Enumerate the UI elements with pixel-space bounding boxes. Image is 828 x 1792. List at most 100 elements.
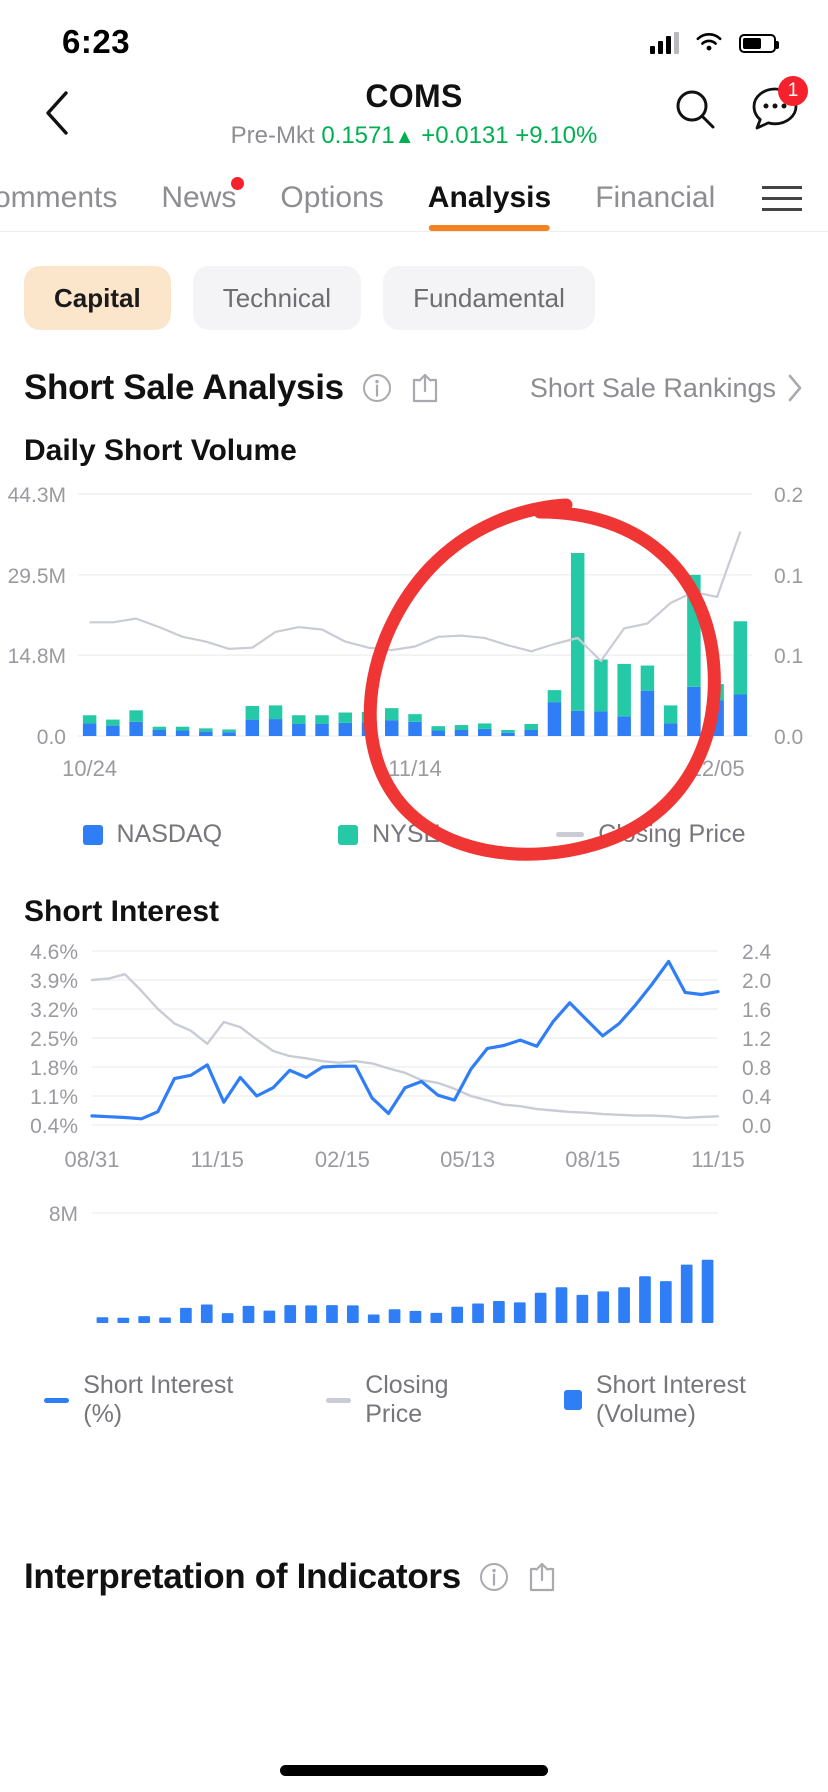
svg-text:29.5M: 29.5M <box>8 565 66 588</box>
info-icon[interactable] <box>479 1562 509 1592</box>
closing-price-line-swatch <box>556 832 585 837</box>
short-interest-legend: Short Interest (%) Closing Price Short I… <box>0 1359 828 1429</box>
info-icon[interactable] <box>362 373 392 403</box>
pill-label: Technical <box>222 282 332 313</box>
session-label: Pre-Mkt <box>230 122 315 149</box>
page-title: Short Sale Analysis <box>24 368 344 407</box>
share-icon[interactable] <box>527 1561 557 1593</box>
svg-text:4.6%: 4.6% <box>30 941 78 964</box>
svg-text:0.0: 0.0 <box>37 726 66 749</box>
quote-change-percent: +9.10% <box>515 122 598 149</box>
tab-options[interactable]: Options <box>258 181 405 231</box>
category-filter-pills: Capital Technical Fundamental <box>0 232 828 330</box>
interpretation-title: Interpretation of Indicators <box>24 1557 461 1596</box>
legend-item-nyse[interactable]: NYSE <box>338 820 440 849</box>
status-bar: 6:23 <box>0 0 828 72</box>
nav-bar: COMS Pre-Mkt 0.1571▲ +0.0131 +9.10% 1 <box>0 72 828 158</box>
quote-arrow-icon: ▲ <box>394 126 415 148</box>
svg-text:8M: 8M <box>49 1203 78 1226</box>
news-notification-dot-icon <box>231 177 245 190</box>
quote-change: +0.0131 <box>421 122 509 149</box>
daily-short-volume-legend: NASDAQ NYSE Closing Price <box>0 808 828 849</box>
svg-text:10/24: 10/24 <box>62 756 117 781</box>
short-interest-volume-chart[interactable]: 8M <box>0 1189 828 1359</box>
chevron-left-icon <box>46 91 68 135</box>
search-icon <box>676 90 715 129</box>
chat-badge: 1 <box>778 76 808 106</box>
tab-financial[interactable]: Financial <box>573 181 737 231</box>
tab-label: Options <box>280 181 384 214</box>
svg-text:1.2: 1.2 <box>742 1028 771 1051</box>
hamburger-menu-icon <box>762 186 802 189</box>
daily-short-volume-title: Daily Short Volume <box>24 434 297 467</box>
short-sale-rankings-link[interactable]: Short Sale Rankings <box>530 373 804 404</box>
short-sale-rankings-label: Short Sale Rankings <box>529 372 776 403</box>
svg-text:2.4: 2.4 <box>742 941 772 964</box>
legend-label: Closing Price <box>598 820 746 848</box>
svg-text:44.3M: 44.3M <box>8 484 66 507</box>
legend-item-closing-price[interactable]: Closing Price <box>325 1371 498 1429</box>
daily-short-volume-svg: 0.0 0.0 14.8M 0.1 29.5M 0.1 44.3M 0.2 10/24 11/14… <box>8 484 804 781</box>
home-indicator <box>280 1765 548 1776</box>
legend-label: Short Interest (%) <box>83 1371 234 1428</box>
share-icon[interactable] <box>410 372 440 404</box>
quote-price: 0.1571 <box>321 122 395 149</box>
svg-text:3.2%: 3.2% <box>30 999 78 1022</box>
legend-item-nasdaq[interactable]: NASDAQ <box>82 820 223 849</box>
legend-item-short-interest-volume[interactable]: Short Interest (Volume) <box>563 1371 828 1429</box>
short-interest-chart[interactable]: 0.4% 0.0 1.1% 0.4 1.8% 0.8 2.5% 1.2 3.2% 1.6 3.9% 2… <box>0 929 828 1189</box>
legend-item-short-interest-pct[interactable]: Short Interest (%) <box>44 1371 260 1429</box>
chat-button[interactable]: 1 <box>748 76 808 136</box>
tab-label: News <box>161 181 237 214</box>
legend-label: NYSE <box>372 820 441 848</box>
legend-label: Closing Price <box>365 1371 449 1428</box>
svg-text:0.0: 0.0 <box>774 726 803 749</box>
tab-overflow-button[interactable] <box>744 186 828 231</box>
tab-news[interactable]: News <box>139 177 258 231</box>
svg-text:08/15: 08/15 <box>565 1147 620 1172</box>
search-button[interactable] <box>668 82 722 136</box>
pill-label: Fundamental <box>413 282 565 313</box>
tab-label: omments <box>0 181 118 214</box>
svg-text:2.0: 2.0 <box>742 970 771 993</box>
pill-fundamental[interactable]: Fundamental <box>383 266 595 330</box>
short-interest-title: Short Interest <box>24 895 220 928</box>
svg-text:0.0: 0.0 <box>742 1115 771 1138</box>
pill-label: Capital <box>54 282 141 313</box>
svg-text:02/15: 02/15 <box>315 1147 370 1172</box>
legend-label: Short Interest (Volume) <box>595 1371 746 1428</box>
nyse-color-swatch <box>338 824 359 845</box>
svg-text:1.1%: 1.1% <box>30 1086 78 1109</box>
nav-actions: 1 <box>668 76 808 136</box>
short-interest-volume-svg: 8M <box>49 1203 718 1323</box>
svg-text:0.2: 0.2 <box>774 484 803 507</box>
interpretation-of-indicators-header: Interpretation of Indicators <box>0 1429 828 1597</box>
svg-text:1.8%: 1.8% <box>30 1057 78 1080</box>
short-sale-analysis-header: Short Sale Analysis Short Sale Rankings <box>0 330 828 408</box>
tab-analysis[interactable]: Analysis <box>406 181 573 231</box>
svg-text:2.5%: 2.5% <box>30 1028 78 1051</box>
tab-comments[interactable]: omments <box>0 181 139 231</box>
svg-text:1.6: 1.6 <box>742 999 771 1022</box>
svg-text:0.4: 0.4 <box>742 1086 772 1109</box>
pill-capital[interactable]: Capital <box>24 266 171 330</box>
pill-technical[interactable]: Technical <box>192 266 362 330</box>
chevron-right-icon <box>788 374 802 402</box>
short-interest-pct-line-swatch <box>44 1397 70 1403</box>
tab-bar: omments News Options Analysis Financial <box>0 158 828 232</box>
svg-text:0.8: 0.8 <box>742 1057 771 1080</box>
legend-label: NASDAQ <box>116 820 223 848</box>
cellular-signal-icon <box>650 32 679 54</box>
svg-text:11/15: 11/15 <box>190 1147 243 1172</box>
svg-text:08/31: 08/31 <box>64 1147 119 1172</box>
svg-text:0.4%: 0.4% <box>30 1115 78 1138</box>
svg-text:12/05: 12/05 <box>690 756 745 781</box>
status-bar-indicators <box>650 31 779 55</box>
daily-short-volume-chart[interactable]: 0.0 0.0 14.8M 0.1 29.5M 0.1 44.3M 0.2 10/24 11/14… <box>0 468 828 861</box>
legend-item-closing-price[interactable]: Closing Price <box>556 820 745 849</box>
svg-text:3.9%: 3.9% <box>30 970 78 993</box>
status-bar-time: 6:23 <box>62 23 131 60</box>
back-button[interactable] <box>30 86 84 140</box>
svg-text:05/13: 05/13 <box>440 1147 495 1172</box>
nasdaq-color-swatch <box>82 824 103 845</box>
